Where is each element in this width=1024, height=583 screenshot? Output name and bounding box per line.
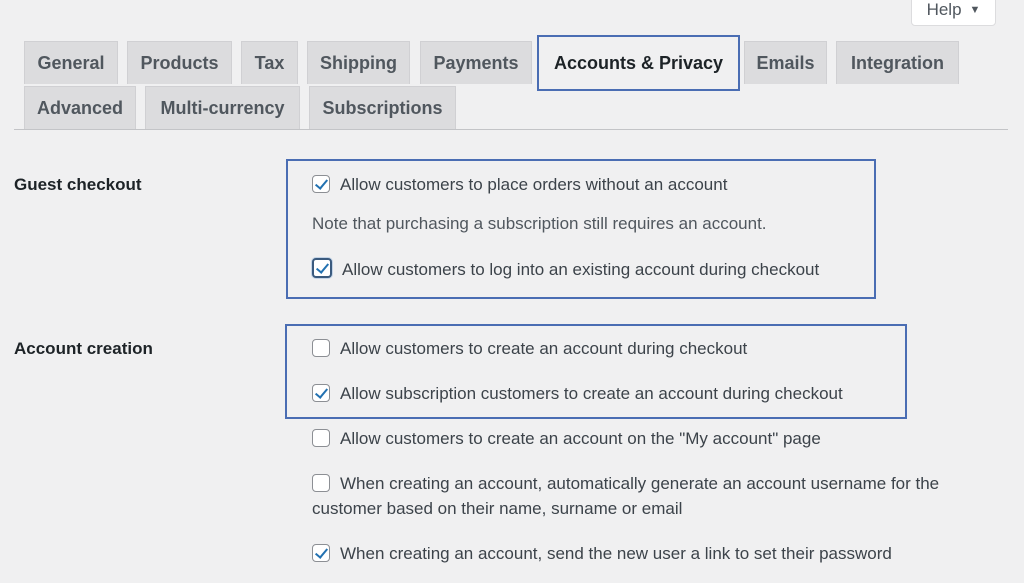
tab-label: Products — [140, 52, 219, 73]
option-label: Allow customers to create an account on … — [340, 429, 821, 448]
checkbox-unchecked-icon[interactable] — [312, 474, 330, 492]
tab-label: General — [37, 52, 105, 73]
tab-shipping[interactable]: Shipping — [307, 41, 410, 84]
option-label: Allow subscription customers to create a… — [340, 384, 843, 403]
tab-label: Accounts & Privacy — [553, 52, 724, 73]
tab-label: Multi-currency — [160, 97, 285, 118]
tab-accounts-privacy[interactable]: Accounts & Privacy — [537, 35, 740, 91]
tab-payments[interactable]: Payments — [420, 41, 532, 84]
tab-label: Payments — [433, 52, 519, 73]
tab-label: Tax — [254, 52, 285, 73]
checkbox-checked-icon[interactable] — [312, 175, 330, 193]
option-label: Allow customers to place orders without … — [340, 175, 728, 194]
tab-label: Subscriptions — [322, 97, 443, 118]
option-subscription-create-account[interactable]: Allow subscription customers to create a… — [312, 381, 843, 406]
settings-page: Help ▼ General Products Tax Shipping Pay… — [0, 0, 1024, 583]
tab-emails[interactable]: Emails — [744, 41, 827, 84]
tab-products[interactable]: Products — [127, 41, 232, 84]
tab-integration[interactable]: Integration — [836, 41, 959, 84]
tab-subscriptions[interactable]: Subscriptions — [309, 86, 456, 129]
checkbox-unchecked-icon[interactable] — [312, 339, 330, 357]
tab-label: Integration — [851, 52, 944, 73]
tab-general[interactable]: General — [24, 41, 118, 84]
option-create-account-checkout[interactable]: Allow customers to create an account dur… — [312, 336, 747, 361]
tab-advanced[interactable]: Advanced — [24, 86, 136, 129]
checkbox-unchecked-icon[interactable] — [312, 429, 330, 447]
account-creation-label: Account creation — [14, 339, 153, 358]
tab-multi-currency[interactable]: Multi-currency — [145, 86, 300, 129]
option-guest-place-orders[interactable]: Allow customers to place orders without … — [312, 172, 727, 197]
tab-label: Shipping — [320, 52, 397, 73]
option-label: Allow customers to create an account dur… — [340, 339, 748, 358]
help-button[interactable]: Help ▼ — [911, 0, 996, 26]
checkbox-checked-icon[interactable] — [312, 544, 330, 562]
help-label: Help — [926, 0, 962, 19]
checkbox-checked-icon[interactable] — [312, 258, 332, 278]
tab-label: Advanced — [36, 97, 124, 118]
option-auto-generate-username[interactable]: When creating an account, automatically … — [312, 471, 1012, 521]
guest-checkout-label: Guest checkout — [14, 175, 142, 194]
option-label: When creating an account, automatically … — [340, 474, 940, 493]
caret-down-icon: ▼ — [969, 4, 981, 16]
option-label-continued: customer based on their name, surname or… — [312, 499, 683, 518]
option-label: Allow customers to log into an existing … — [342, 260, 820, 279]
option-send-password-link[interactable]: When creating an account, send the new u… — [312, 541, 892, 566]
option-label: When creating an account, send the new u… — [340, 544, 892, 563]
tab-label: Emails — [756, 52, 815, 73]
option-guest-login-existing[interactable]: Allow customers to log into an existing … — [312, 257, 819, 282]
checkbox-checked-icon[interactable] — [312, 384, 330, 402]
option-create-account-my-account[interactable]: Allow customers to create an account on … — [312, 426, 821, 451]
tabs-divider — [14, 129, 1008, 130]
tab-tax[interactable]: Tax — [241, 41, 298, 84]
guest-checkout-note: Note that purchasing a subscription stil… — [312, 214, 767, 233]
